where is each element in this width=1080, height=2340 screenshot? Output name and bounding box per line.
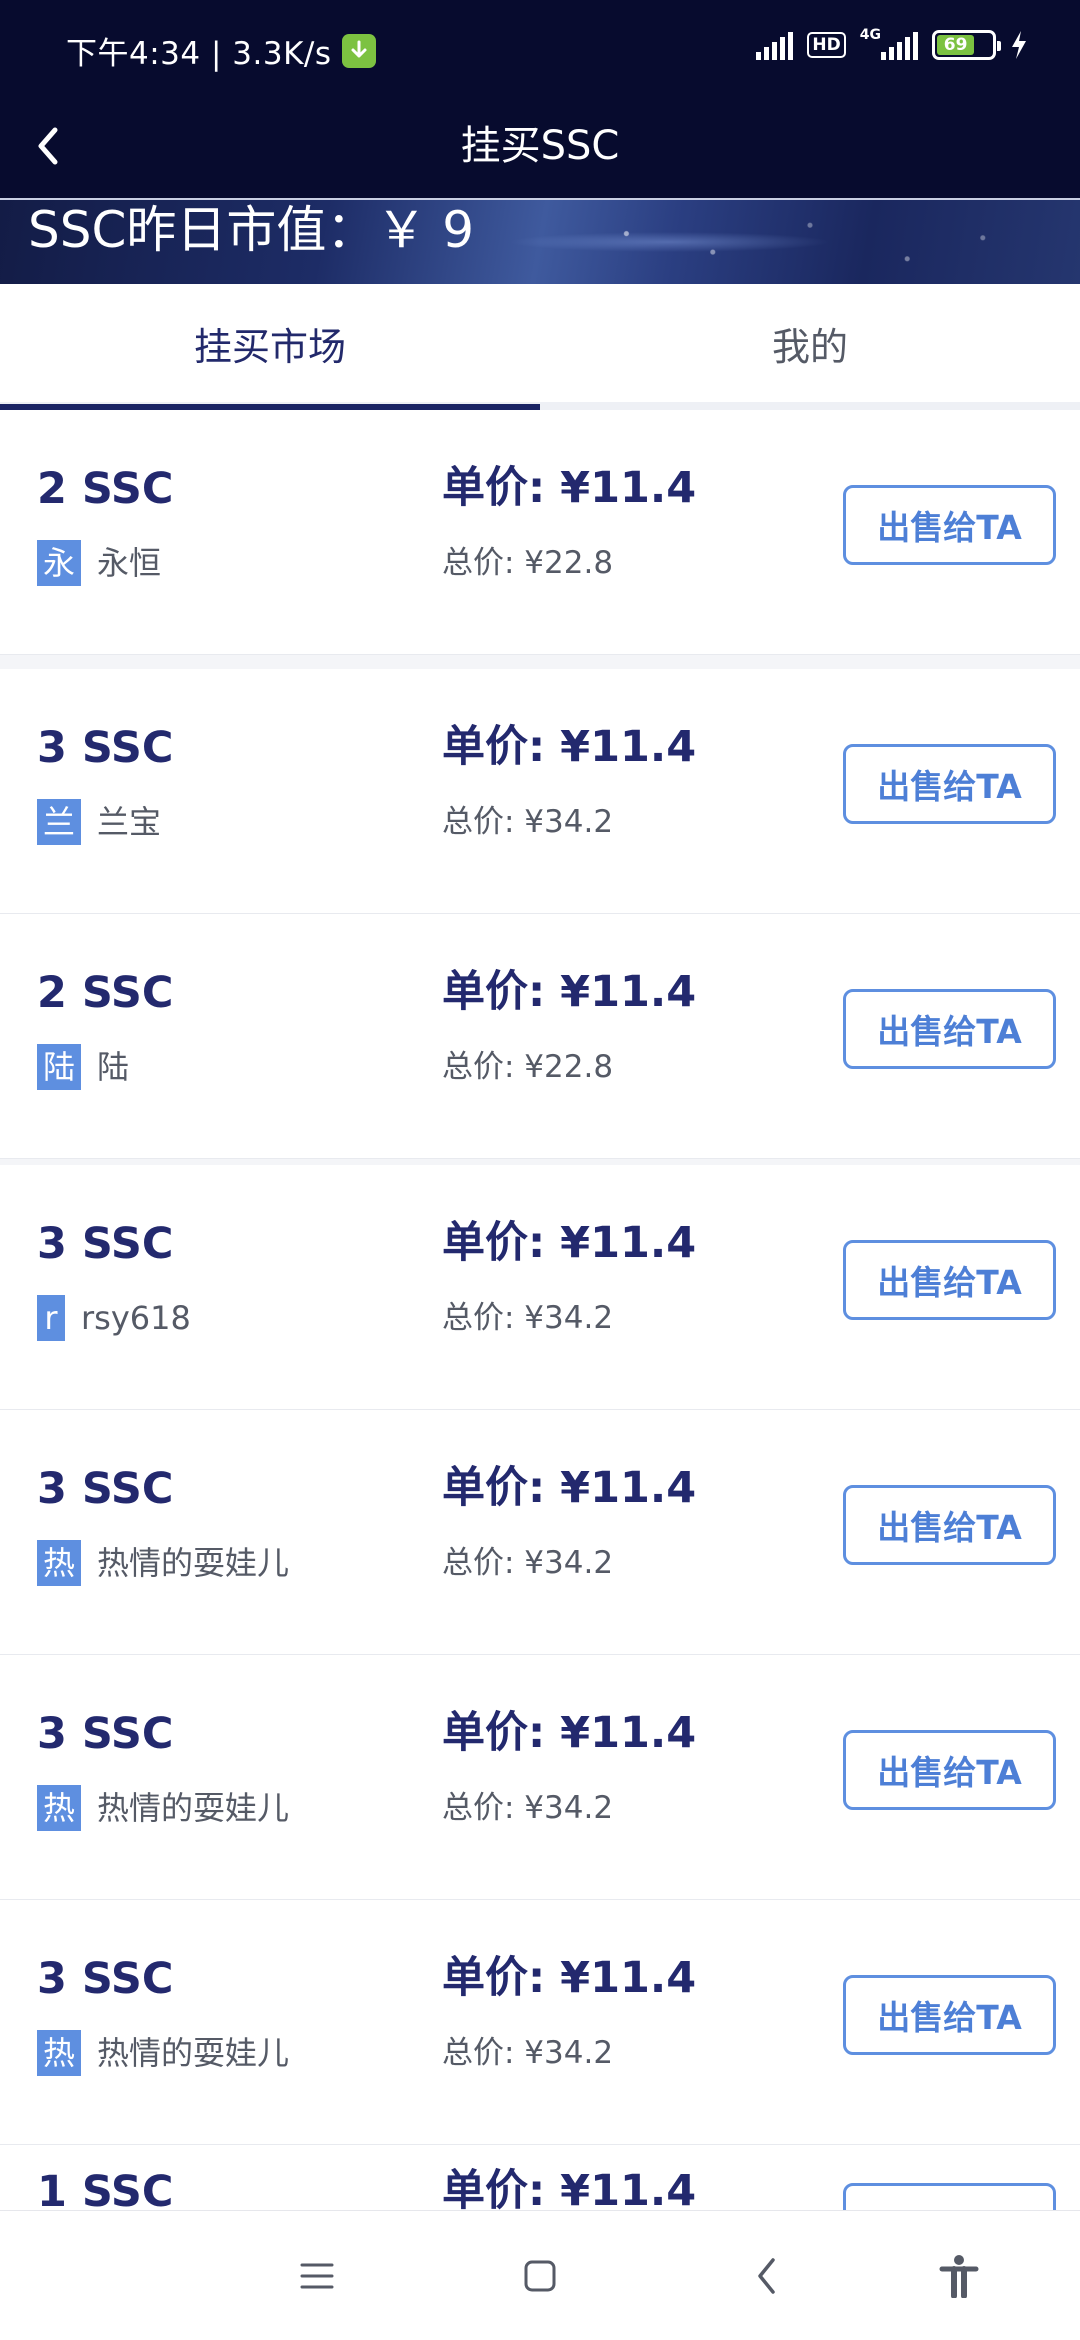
unit-price: 单价: ¥11.4 xyxy=(442,967,697,1017)
seller-avatar-badge: r xyxy=(37,1295,65,1341)
square-home-icon xyxy=(524,2260,556,2292)
unit-price: 单价: ¥11.4 xyxy=(442,463,697,513)
listing-row: 3 SSC 兰 兰宝 单价: ¥11.4 总价: ¥34.2 出售给TA xyxy=(0,669,1080,914)
total-price: 总价: ¥34.2 xyxy=(442,1300,614,1336)
listing-quantity: 3 SSC xyxy=(37,723,174,773)
sell-to-buyer-button[interactable]: 出售给TA xyxy=(843,989,1056,1069)
listing-quantity: 3 SSC xyxy=(37,1954,174,2004)
seller-name: 热情的耍娃儿 xyxy=(97,2034,290,2072)
seller-info: 热 热情的耍娃儿 xyxy=(37,1785,289,1831)
listing-quantity: 2 SSC xyxy=(37,968,174,1018)
listing-row: 3 SSC 热 热情的耍娃儿 单价: ¥11.4 总价: ¥34.2 出售给TA xyxy=(0,1655,1080,1900)
market-value-text: SSC昨日市值：￥ 9 xyxy=(28,201,475,259)
nav-header: 挂买SSC xyxy=(0,96,1080,198)
sell-to-buyer-button[interactable]: 出售给TA xyxy=(843,744,1056,824)
unit-price: 单价: ¥11.4 xyxy=(442,1953,697,2003)
seller-name: 热情的耍娃儿 xyxy=(97,1544,290,1582)
signal-icon xyxy=(756,30,794,60)
sell-to-buyer-button[interactable]: 出售给TA xyxy=(843,1730,1056,1810)
seller-avatar-badge: 热 xyxy=(37,1540,82,1586)
listing-quantity: 3 SSC xyxy=(37,1219,174,1269)
unit-price: 单价: ¥11.4 xyxy=(442,2166,697,2210)
seller-info: 热 热情的耍娃儿 xyxy=(37,2030,289,2076)
status-bar: 下午4:34 | 3.3K/s HD 4G 69 xyxy=(0,0,1080,96)
seller-name: 永恒 xyxy=(97,544,162,582)
seller-info: 兰 兰宝 xyxy=(37,799,161,845)
top-bar: 下午4:34 | 3.3K/s HD 4G 69 挂买SSC xyxy=(0,0,1080,198)
system-back-button[interactable] xyxy=(732,2241,802,2311)
listing-quantity: 3 SSC xyxy=(37,1464,174,1514)
total-price: 总价: ¥34.2 xyxy=(442,804,614,840)
network-type-label: 4G xyxy=(859,27,881,43)
listing-list[interactable]: 2 SSC 永 永恒 单价: ¥11.4 总价: ¥22.8 出售给TA 3 S… xyxy=(0,410,1080,2210)
listing-row: 3 SSC 热 热情的耍娃儿 单价: ¥11.4 总价: ¥34.2 出售给TA xyxy=(0,1900,1080,2145)
seller-avatar-badge: 兰 xyxy=(37,799,82,845)
listing-row: 2 SSC 永 永恒 单价: ¥11.4 总价: ¥22.8 出售给TA xyxy=(0,410,1080,655)
row-separator xyxy=(0,655,1080,669)
status-right: HD 4G 69 xyxy=(756,27,1028,60)
page-title: 挂买SSC xyxy=(460,123,620,169)
unit-price: 单价: ¥11.4 xyxy=(442,1708,697,1758)
home-button[interactable] xyxy=(505,2241,575,2311)
seller-info: 陆 陆 xyxy=(37,1044,129,1090)
market-value-banner: SSC昨日市值：￥ 9 xyxy=(0,198,1080,284)
sell-to-buyer-button[interactable]: 出售给TA xyxy=(843,1975,1056,2055)
seller-avatar-badge: 热 xyxy=(37,2030,82,2076)
tab-mine[interactable]: 我的 xyxy=(540,284,1080,402)
listing-row: 3 SSC 热 热情的耍娃儿 单价: ¥11.4 总价: ¥34.2 出售给TA xyxy=(0,1410,1080,1655)
system-navigation-bar xyxy=(0,2210,1080,2340)
seller-name: 热情的耍娃儿 xyxy=(97,1789,290,1827)
unit-price: 单价: ¥11.4 xyxy=(442,1218,697,1268)
seller-name: 兰宝 xyxy=(97,803,162,841)
listing-row-partial: 1 SSC 单价: ¥11.4 xyxy=(0,2145,1080,2210)
total-price: 总价: ¥22.8 xyxy=(442,545,614,581)
sell-to-buyer-button[interactable]: 出售给TA xyxy=(843,1240,1056,1320)
listing-quantity: 3 SSC xyxy=(37,1709,174,1759)
seller-info: 永 永恒 xyxy=(37,540,161,586)
accessibility-person-icon xyxy=(939,2255,979,2298)
total-price: 总价: ¥22.8 xyxy=(442,1049,614,1085)
seller-avatar-badge: 永 xyxy=(37,540,82,586)
seller-name: 陆 xyxy=(97,1048,130,1086)
sell-to-buyer-button[interactable] xyxy=(843,2183,1056,2210)
listing-quantity: 2 SSC xyxy=(37,464,174,514)
status-left: 下午4:34 | 3.3K/s xyxy=(66,28,376,73)
download-icon xyxy=(341,33,376,68)
hd-label: HD xyxy=(807,32,846,58)
accessibility-button[interactable] xyxy=(924,2241,994,2311)
battery-level: 69 xyxy=(937,35,975,55)
total-price: 总价: ¥34.2 xyxy=(442,2035,614,2071)
seller-name: rsy618 xyxy=(81,1299,191,1337)
sell-to-buyer-button[interactable]: 出售给TA xyxy=(843,485,1056,565)
listing-row: 3 SSC r rsy618 单价: ¥11.4 总价: ¥34.2 出售给TA xyxy=(0,1165,1080,1410)
seller-info: r rsy618 xyxy=(37,1295,191,1341)
signal-icon-secondary xyxy=(881,30,918,60)
battery-icon: 69 xyxy=(932,30,1001,60)
total-price: 总价: ¥34.2 xyxy=(442,1790,614,1826)
unit-price: 单价: ¥11.4 xyxy=(442,1463,697,1513)
status-time-speed: 下午4:34 | 3.3K/s xyxy=(66,36,332,72)
triangle-back-icon xyxy=(758,2258,775,2294)
menu-lines-icon xyxy=(300,2263,334,2289)
seller-avatar-badge: 热 xyxy=(37,1785,82,1831)
listing-row: 2 SSC 陆 陆 单价: ¥11.4 总价: ¥22.8 出售给TA xyxy=(0,914,1080,1159)
sell-to-buyer-button[interactable]: 出售给TA xyxy=(843,1485,1056,1565)
unit-price: 单价: ¥11.4 xyxy=(442,722,697,772)
total-price: 总价: ¥34.2 xyxy=(442,1545,614,1581)
tab-bar: 挂买市场 我的 xyxy=(0,284,1080,410)
charging-bolt-icon xyxy=(1012,31,1026,59)
seller-info: 热 热情的耍娃儿 xyxy=(37,1540,289,1586)
menu-button[interactable] xyxy=(282,2241,352,2311)
tab-market[interactable]: 挂买市场 xyxy=(0,284,540,410)
seller-avatar-badge: 陆 xyxy=(37,1044,82,1090)
listing-quantity: 1 SSC xyxy=(37,2167,174,2210)
